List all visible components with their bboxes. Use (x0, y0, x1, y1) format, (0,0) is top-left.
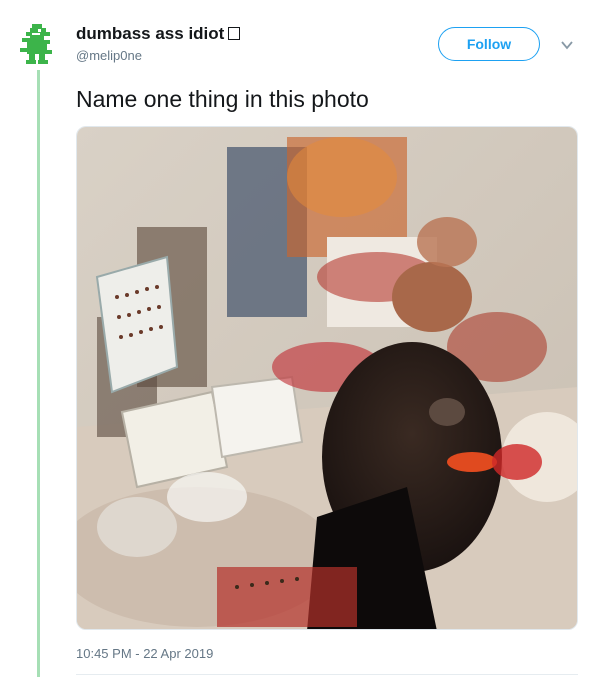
chevron-down-icon[interactable] (560, 38, 574, 52)
tweet-timestamp[interactable]: 10:45 PM - 22 Apr 2019 (76, 646, 213, 661)
avatar[interactable] (18, 22, 58, 68)
display-name[interactable]: dumbass ass idiot (76, 24, 241, 44)
green-dinosaur-icon (20, 24, 52, 64)
thread-connector-line (37, 70, 40, 677)
divider (76, 674, 578, 675)
display-name-text: dumbass ass idiot (76, 24, 225, 43)
tweet-photo[interactable] (76, 126, 578, 630)
unrendered-glyph-box (228, 27, 241, 40)
follow-button[interactable]: Follow (438, 27, 540, 61)
tweet-text: Name one thing in this photo (76, 86, 369, 112)
user-handle[interactable]: @melip0ne (76, 48, 142, 63)
